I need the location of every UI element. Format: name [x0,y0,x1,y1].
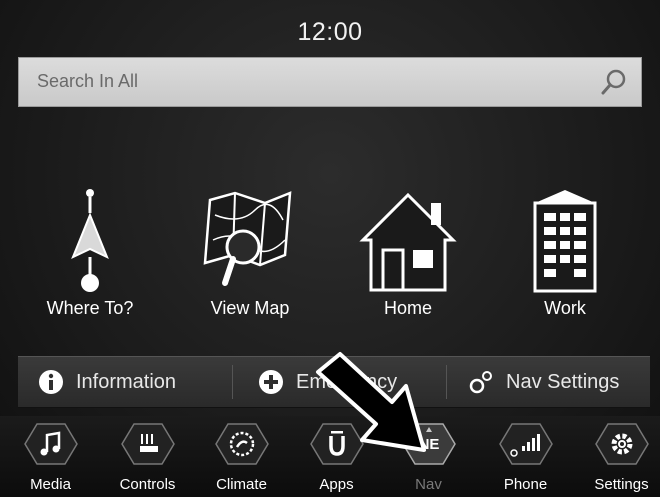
nav-phone-button[interactable]: Phone [488,416,563,497]
divider [232,365,233,399]
apps-u-icon [309,422,365,466]
compass-heading: NE [418,436,440,453]
house-icon [343,185,473,295]
emergency-button[interactable]: Emergency [258,357,397,407]
tile-home[interactable]: Home [343,185,473,335]
tile-where-to[interactable]: Where To? [25,185,155,335]
compass-icon: NE [401,422,457,466]
search-placeholder[interactable]: Search In All [37,71,138,92]
gears-icon [468,369,494,395]
navigation-pointer-icon [25,185,155,295]
information-button[interactable]: Information [38,357,176,407]
information-label: Information [76,370,177,393]
nav-label: Nav [415,476,442,493]
nav-settings-button[interactable]: Nav Settings [468,357,619,407]
bottom-nav-bar: Media Controls Climate Apps NE Nav Phone… [0,416,660,497]
divider [446,365,447,399]
nav-label: Controls [119,476,176,493]
tile-label: View Map [210,298,290,318]
tile-label: Work [544,298,586,318]
search-bar[interactable]: Search In All [18,57,642,107]
gear-icon [594,422,650,466]
emergency-label: Emergency [296,370,398,393]
nav-label: Phone [503,476,548,493]
nav-label: Climate [216,476,267,493]
nav-apps-button[interactable]: Apps [299,416,374,497]
nav-nav-button[interactable]: NE Nav [391,416,466,497]
seat-heat-icon [120,422,176,466]
search-icon[interactable] [595,65,631,101]
clock: 12:00 [297,18,363,46]
office-building-icon [500,185,630,295]
map-magnifier-icon [185,185,315,295]
info-icon [38,369,64,395]
nav-main-screen: 12:00 Search In All Where To? View Map H… [0,0,660,497]
nav-label: Settings [594,476,649,493]
compass-tick [426,427,432,432]
nav-label: Apps [319,476,354,493]
climate-icon [214,422,270,466]
plus-circle-icon [258,369,284,395]
music-note-icon [23,422,79,466]
nav-settings-label: Nav Settings [506,370,620,393]
tile-label: Where To? [46,298,134,318]
nav-media-button[interactable]: Media [13,416,88,497]
tile-work[interactable]: Work [500,185,630,335]
action-row: Information Emergency Nav Settings [18,356,650,408]
nav-label: Media [30,476,71,493]
nav-settings-tab[interactable]: Settings [584,416,659,497]
tile-label: Home [383,298,432,318]
tile-view-map[interactable]: View Map [185,185,315,335]
nav-climate-button[interactable]: Climate [204,416,279,497]
phone-signal-icon [498,422,554,466]
nav-controls-button[interactable]: Controls [110,416,185,497]
